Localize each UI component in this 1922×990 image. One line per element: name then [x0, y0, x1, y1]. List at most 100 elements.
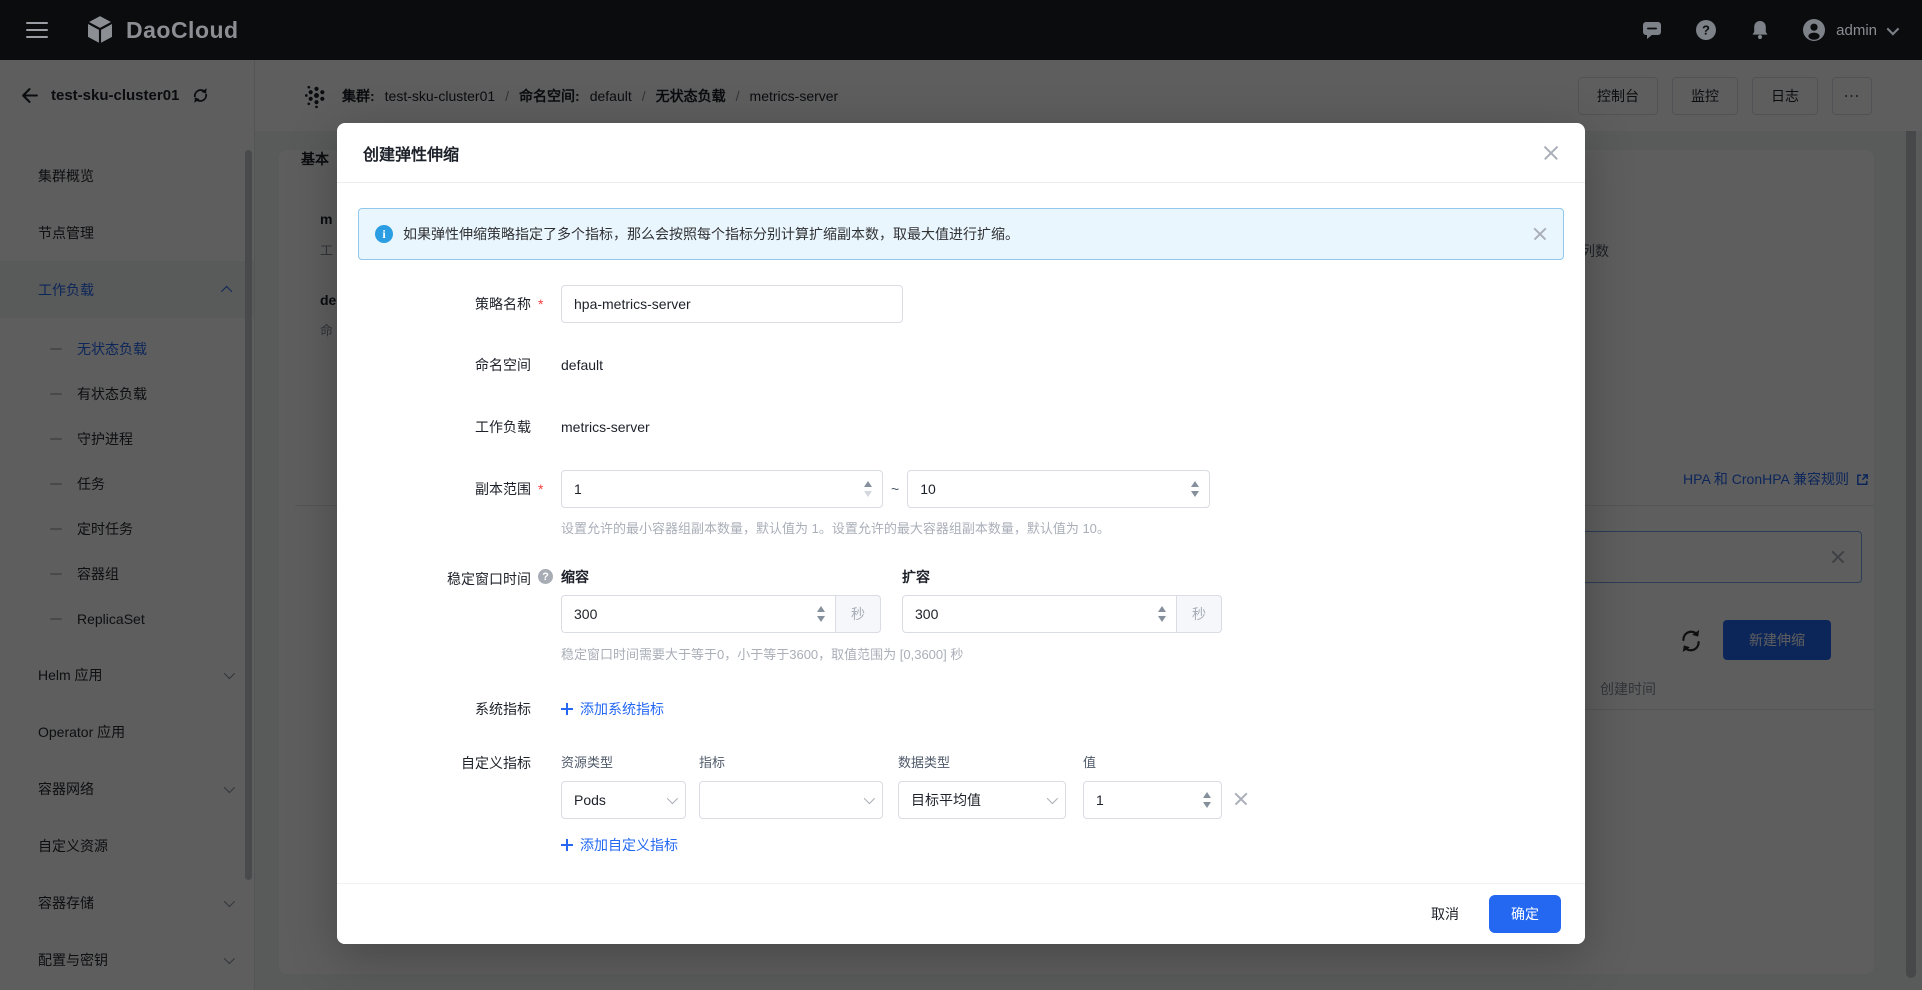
- user-menu[interactable]: admin: [1802, 18, 1896, 42]
- scale-up-stepper[interactable]: [902, 595, 1177, 633]
- scale-up-label: 扩容: [902, 567, 1222, 587]
- plus-icon: [561, 703, 573, 715]
- decrement-icon[interactable]: [817, 616, 825, 622]
- resource-type-column: 资源类型 Pods: [561, 752, 686, 819]
- resource-type-select[interactable]: Pods: [561, 781, 686, 819]
- logo-text: DaoCloud: [126, 17, 239, 44]
- chevron-down-icon: [1887, 22, 1900, 35]
- modal-footer: 取消 确定: [337, 883, 1585, 944]
- scale-down-label: 缩容: [561, 567, 881, 587]
- range-tilde: ~: [891, 481, 899, 497]
- increment-icon[interactable]: [817, 606, 825, 612]
- custom-metric-row: 自定义指标 资源类型 Pods 指标: [358, 752, 1564, 819]
- increment-icon[interactable]: [1191, 481, 1199, 487]
- replica-min-stepper[interactable]: [561, 470, 883, 508]
- system-metric-row: 系统指标 添加系统指标: [358, 699, 1564, 719]
- increment-icon[interactable]: [864, 481, 872, 487]
- data-type-column: 数据类型 目标平均值: [898, 752, 1066, 819]
- cancel-button[interactable]: 取消: [1415, 895, 1475, 933]
- hamburger-menu-icon[interactable]: [26, 22, 48, 38]
- replica-max-stepper[interactable]: [907, 470, 1210, 508]
- metric-label: 指标: [699, 752, 883, 771]
- scale-up-input[interactable]: [903, 606, 1148, 622]
- daocloud-logo: DaoCloud: [84, 14, 239, 46]
- plus-icon: [561, 839, 573, 851]
- stepper-arrows[interactable]: [854, 481, 882, 497]
- namespace-label: 命名空间: [358, 355, 531, 375]
- create-hpa-modal: 创建弹性伸缩 i 如果弹性伸缩策略指定了多个指标，那么会按照每个指标分别计算扩缩…: [337, 123, 1585, 944]
- stepper-arrows[interactable]: [1193, 792, 1221, 808]
- value-stepper[interactable]: [1083, 781, 1222, 819]
- resource-type-label: 资源类型: [561, 752, 686, 771]
- workload-label: 工作负载: [358, 417, 531, 437]
- metric-select[interactable]: [699, 781, 883, 819]
- stability-window-hint: 稳定窗口时间需要大于等于0，小于等于3600，取值范围为 [0,3600] 秒: [561, 644, 1564, 663]
- decrement-icon[interactable]: [1158, 616, 1166, 622]
- custom-metric-columns: 资源类型 Pods 指标 数据类型 目标平均值: [561, 752, 1248, 819]
- scale-down-input[interactable]: [562, 606, 807, 622]
- chevron-down-icon: [1047, 793, 1058, 804]
- metric-column: 指标: [699, 752, 883, 819]
- data-type-select[interactable]: 目标平均值: [898, 781, 1066, 819]
- chevron-down-icon: [864, 793, 875, 804]
- alert-text: 如果弹性伸缩策略指定了多个指标，那么会按照每个指标分别计算扩缩副本数，取最大值进…: [403, 224, 1019, 244]
- value-label: 值: [1083, 752, 1222, 771]
- workload-value: metrics-server: [561, 419, 650, 435]
- decrement-icon[interactable]: [1203, 802, 1211, 808]
- workload-row: 工作负载 metrics-server: [358, 408, 1564, 446]
- namespace-row: 命名空间 default: [358, 346, 1564, 384]
- stability-window-label: 稳定窗口时间: [358, 567, 531, 589]
- modal-title: 创建弹性伸缩: [363, 141, 459, 165]
- scale-up-group: 扩容 秒: [902, 567, 1222, 633]
- stepper-arrows[interactable]: [1181, 481, 1209, 497]
- remove-metric-icon[interactable]: [1234, 792, 1248, 806]
- policy-name-input[interactable]: [561, 285, 903, 323]
- policy-name-label: 策略名称: [358, 294, 531, 314]
- help-circle-icon[interactable]: ?: [538, 569, 553, 584]
- seconds-unit: 秒: [836, 595, 881, 633]
- add-custom-metric-text: 添加自定义指标: [580, 835, 678, 855]
- replica-max-input[interactable]: [908, 481, 1181, 497]
- required-mark: *: [538, 481, 543, 497]
- replica-range-hint: 设置允许的最小容器组副本数量，默认值为 1。设置允许的最大容器组副本数量，默认值…: [561, 518, 1564, 537]
- stepper-arrows[interactable]: [1148, 606, 1176, 622]
- replica-range-label: 副本范围: [358, 479, 531, 499]
- info-alert: i 如果弹性伸缩策略指定了多个指标，那么会按照每个指标分别计算扩缩副本数，取最大…: [358, 208, 1564, 260]
- required-mark: *: [538, 296, 543, 312]
- alert-close-icon[interactable]: [1533, 227, 1547, 241]
- add-system-metric-link[interactable]: 添加系统指标: [561, 699, 664, 719]
- stepper-arrows[interactable]: [807, 606, 835, 622]
- modal-body: i 如果弹性伸缩策略指定了多个指标，那么会按照每个指标分别计算扩缩副本数，取最大…: [337, 183, 1585, 855]
- decrement-icon[interactable]: [1191, 491, 1199, 497]
- scale-down-stepper[interactable]: [561, 595, 836, 633]
- value-input[interactable]: [1084, 792, 1193, 808]
- stability-window-row: 稳定窗口时间 ? 缩容 秒 扩容: [358, 567, 1564, 633]
- increment-icon[interactable]: [1203, 792, 1211, 798]
- data-type-label: 数据类型: [898, 752, 1066, 771]
- modal-header: 创建弹性伸缩: [337, 123, 1585, 183]
- chat-icon[interactable]: [1640, 18, 1664, 42]
- seconds-unit: 秒: [1177, 595, 1222, 633]
- add-custom-metric-link[interactable]: 添加自定义指标: [561, 835, 1564, 855]
- scale-down-group: 缩容 秒: [561, 567, 881, 633]
- custom-metric-label: 自定义指标: [358, 752, 531, 773]
- namespace-value: default: [561, 357, 603, 373]
- replica-min-input[interactable]: [562, 481, 854, 497]
- avatar: [1802, 18, 1826, 42]
- topbar: DaoCloud ? admin: [0, 0, 1922, 60]
- add-system-metric-text: 添加系统指标: [580, 699, 664, 719]
- data-type-value: 目标平均值: [911, 790, 981, 810]
- info-icon: i: [375, 225, 393, 243]
- system-metric-label: 系统指标: [358, 699, 531, 719]
- notification-bell-icon[interactable]: [1748, 18, 1772, 42]
- help-icon[interactable]: ?: [1694, 18, 1718, 42]
- policy-name-row: 策略名称 *: [358, 285, 1564, 323]
- username: admin: [1836, 22, 1877, 39]
- increment-icon[interactable]: [1158, 606, 1166, 612]
- value-column: 值: [1083, 752, 1222, 819]
- decrement-icon[interactable]: [864, 491, 872, 497]
- svg-text:?: ?: [1702, 23, 1710, 38]
- modal-close-icon[interactable]: [1543, 145, 1559, 161]
- replica-range-row: 副本范围 * ~: [358, 470, 1564, 508]
- confirm-button[interactable]: 确定: [1489, 895, 1561, 933]
